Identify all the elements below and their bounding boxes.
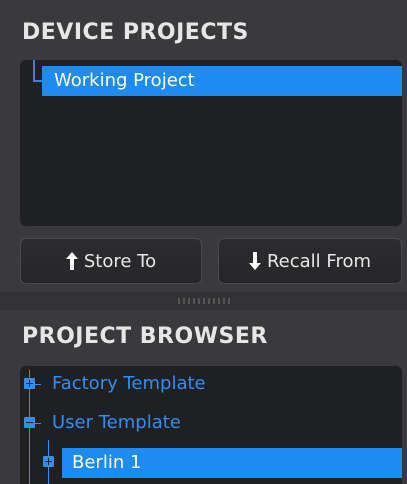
expand-icon[interactable]	[43, 456, 54, 467]
browser-item-berlin-1[interactable]: Berlin 1	[62, 448, 402, 478]
tree-connector	[35, 423, 41, 424]
expand-icon[interactable]	[24, 378, 35, 389]
browser-item-label: User Template	[52, 412, 181, 433]
project-browser-title: PROJECT BROWSER	[22, 324, 268, 349]
browser-item-user-template[interactable]: User Template	[52, 409, 181, 437]
recall-from-label: Recall From	[266, 250, 372, 272]
device-project-label: Working Project	[54, 70, 195, 91]
browser-item-label: Factory Template	[52, 373, 206, 394]
panel-splitter[interactable]	[0, 292, 407, 310]
tree-connector	[35, 384, 41, 385]
device-projects-title: DEVICE PROJECTS	[22, 20, 249, 45]
tree-connector	[33, 60, 35, 82]
browser-item-factory-template[interactable]: Factory Template	[52, 370, 206, 398]
store-to-button[interactable]: Store To	[20, 238, 202, 284]
arrow-down-icon	[248, 252, 261, 270]
browser-item-label: Berlin 1	[72, 452, 142, 473]
splitter-grip-icon	[178, 298, 230, 304]
device-project-item-working-project[interactable]: Working Project	[42, 66, 402, 96]
collapse-icon[interactable]	[24, 417, 35, 428]
recall-from-button[interactable]: Recall From	[218, 238, 402, 284]
store-to-label: Store To	[83, 250, 157, 272]
arrow-up-icon	[65, 252, 78, 270]
